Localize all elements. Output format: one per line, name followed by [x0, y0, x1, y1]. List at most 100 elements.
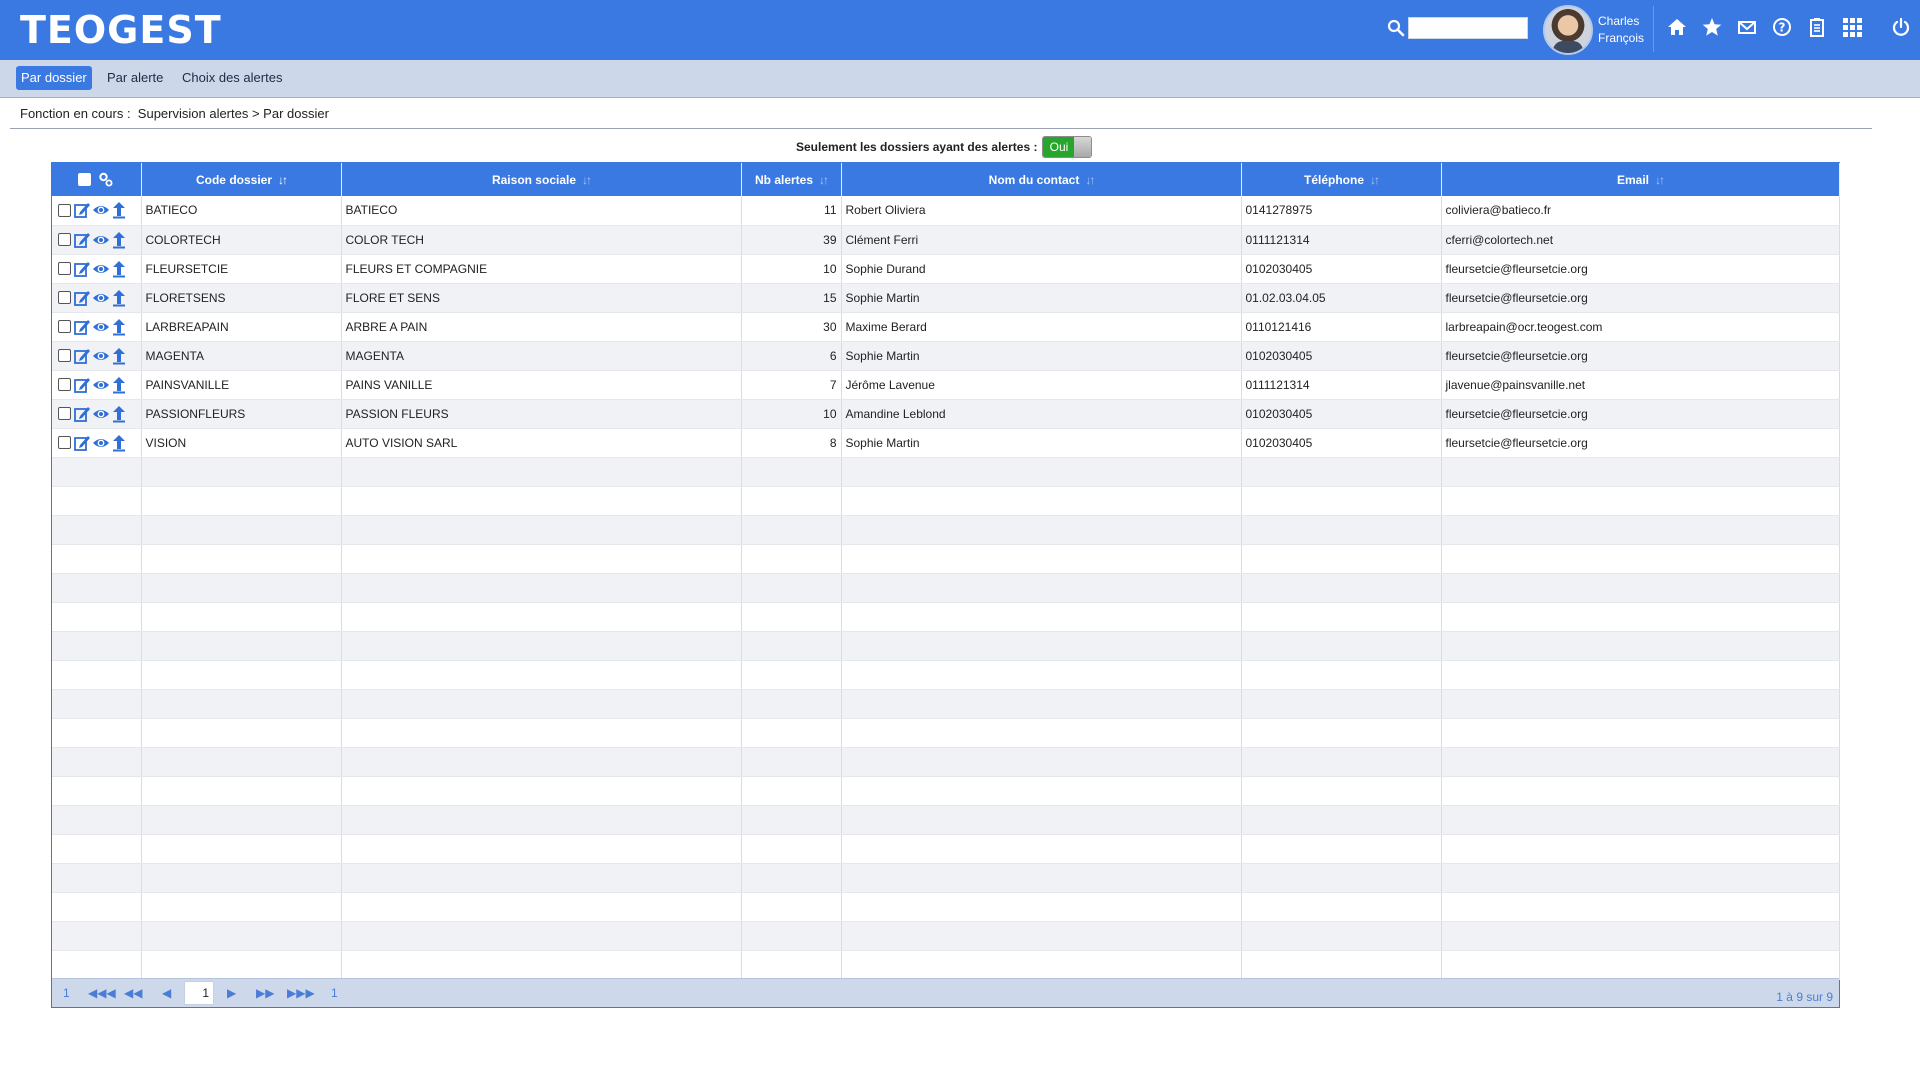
pager-last-page[interactable]: 1 — [331, 986, 338, 1000]
table-row[interactable] — [52, 950, 1840, 980]
home-icon[interactable] — [1666, 16, 1688, 38]
edit-icon[interactable] — [73, 318, 91, 336]
header-nom-du-contact[interactable]: Nom du contact ↓↑ — [841, 163, 1242, 196]
pager-prev-icon[interactable]: ◀ — [162, 986, 171, 1000]
table-row[interactable] — [52, 457, 1840, 487]
pager-prev-block-icon[interactable]: ◀◀ — [124, 986, 142, 1000]
table-row[interactable]: PASSIONFLEURS PASSION FLEURS 10 Amandine Le… — [52, 399, 1840, 429]
view-eye-icon[interactable] — [92, 434, 110, 452]
view-eye-icon[interactable] — [92, 201, 110, 219]
pager-last-icon[interactable]: ▶▶▶ — [287, 986, 315, 1000]
upload-arrow-icon[interactable] — [111, 347, 127, 365]
pager-first-page[interactable]: 1 — [63, 986, 70, 1000]
row-checkbox[interactable] — [58, 320, 71, 333]
row-checkbox[interactable] — [58, 407, 71, 420]
search-icon[interactable] — [1386, 18, 1406, 38]
view-eye-icon[interactable] — [92, 318, 110, 336]
view-eye-icon[interactable] — [92, 347, 110, 365]
table-row[interactable]: FLORETSENS FLORE ET SENS 15 Sophie Martin 01… — [52, 283, 1840, 313]
header-code-dossier[interactable]: Code dossier ↓↑ — [141, 163, 342, 196]
table-row[interactable] — [52, 805, 1840, 835]
sort-icon[interactable]: ↓↑ — [278, 173, 288, 187]
help-icon[interactable]: ? — [1771, 16, 1793, 38]
row-checkbox[interactable] — [58, 203, 71, 217]
app-logo[interactable]: TEOGEST — [20, 8, 222, 52]
row-checkbox[interactable] — [58, 378, 71, 391]
apps-grid-icon[interactable] — [1841, 16, 1863, 38]
row-checkbox[interactable] — [58, 262, 71, 275]
table-row[interactable] — [52, 602, 1840, 632]
table-row[interactable] — [52, 486, 1840, 516]
table-row[interactable] — [52, 544, 1840, 574]
table-row[interactable] — [52, 892, 1840, 922]
pager-next-icon[interactable]: ▶ — [227, 986, 236, 1000]
toggle-knob[interactable] — [1074, 137, 1092, 157]
header-telephone[interactable]: Téléphone ↓↑ — [1241, 163, 1442, 196]
edit-icon[interactable] — [73, 289, 91, 307]
pager-current-page[interactable]: 1 — [184, 981, 214, 1005]
select-all-checkbox[interactable] — [78, 172, 92, 186]
user-name[interactable]: Charles François — [1598, 13, 1644, 47]
table-row[interactable]: BATIECO BATIECO 11 Robert Oliviera 014127897… — [52, 196, 1840, 226]
table-row[interactable] — [52, 921, 1840, 951]
table-row[interactable] — [52, 689, 1840, 719]
edit-icon[interactable] — [73, 260, 91, 278]
star-icon[interactable] — [1701, 16, 1723, 38]
pager-first-icon[interactable]: ◀◀◀ — [88, 986, 116, 1000]
row-checkbox[interactable] — [58, 233, 71, 246]
pager-next-block-icon[interactable]: ▶▶ — [256, 986, 274, 1000]
table-row[interactable] — [52, 747, 1840, 777]
table-row[interactable] — [52, 776, 1840, 806]
power-icon[interactable] — [1890, 16, 1912, 38]
edit-icon[interactable] — [73, 434, 91, 452]
upload-arrow-icon[interactable] — [111, 289, 127, 307]
header-raison-sociale[interactable]: Raison sociale ↓↑ — [341, 163, 742, 196]
table-row[interactable] — [52, 660, 1840, 690]
header-email[interactable]: Email ↓↑ — [1441, 163, 1840, 196]
table-row[interactable] — [52, 863, 1840, 893]
settings-gears-icon[interactable] — [98, 172, 114, 188]
table-row[interactable]: LARBREAPAIN ARBRE A PAIN 30 Maxime Berard 01… — [52, 312, 1840, 342]
sort-icon[interactable]: ↓↑ — [1655, 173, 1665, 187]
edit-icon[interactable] — [73, 231, 91, 249]
upload-arrow-icon[interactable] — [111, 201, 127, 219]
table-row[interactable]: VISION AUTO VISION SARL 8 Sophie Martin 0102… — [52, 428, 1840, 458]
table-row[interactable]: MAGENTA MAGENTA 6 Sophie Martin 0102030405 fl… — [52, 341, 1840, 371]
view-eye-icon[interactable] — [92, 376, 110, 394]
table-row[interactable]: PAINSVANILLE PAINS VANILLE 7 Jérôme Lavenue… — [52, 370, 1840, 400]
upload-arrow-icon[interactable] — [111, 231, 127, 249]
sort-icon[interactable]: ↓↑ — [1370, 173, 1380, 187]
table-row[interactable] — [52, 573, 1840, 603]
mail-icon[interactable] — [1736, 16, 1758, 38]
table-row[interactable]: COLORTECH COLOR TECH 39 Clément Ferri 011112… — [52, 225, 1840, 255]
view-eye-icon[interactable] — [92, 289, 110, 307]
header-nb-alertes[interactable]: Nb alertes ↓↑ — [741, 163, 842, 196]
row-checkbox[interactable] — [58, 291, 71, 304]
sort-icon[interactable]: ↓↑ — [582, 173, 592, 187]
upload-arrow-icon[interactable] — [111, 260, 127, 278]
upload-arrow-icon[interactable] — [111, 318, 127, 336]
row-checkbox[interactable] — [58, 436, 71, 449]
sort-icon[interactable]: ↓↑ — [1085, 173, 1095, 187]
tab-par-dossier[interactable]: Par dossier — [16, 66, 92, 90]
upload-arrow-icon[interactable] — [111, 405, 127, 423]
tab-choix-des-alertes[interactable]: Choix des alertes — [177, 66, 287, 90]
table-row[interactable] — [52, 718, 1840, 748]
sort-icon[interactable]: ↓↑ — [819, 173, 829, 187]
edit-icon[interactable] — [73, 201, 91, 219]
table-row[interactable] — [52, 515, 1840, 545]
upload-arrow-icon[interactable] — [111, 376, 127, 394]
table-row[interactable]: FLEURSETCIE FLEURS ET COMPAGNIE 10 Sophie D… — [52, 254, 1840, 284]
search-input[interactable] — [1408, 17, 1528, 39]
avatar[interactable] — [1543, 5, 1593, 55]
row-checkbox[interactable] — [58, 349, 71, 362]
edit-icon[interactable] — [73, 347, 91, 365]
tab-par-alerte[interactable]: Par alerte — [102, 66, 168, 90]
view-eye-icon[interactable] — [92, 231, 110, 249]
edit-icon[interactable] — [73, 405, 91, 423]
view-eye-icon[interactable] — [92, 260, 110, 278]
view-eye-icon[interactable] — [92, 405, 110, 423]
clipboard-icon[interactable] — [1806, 16, 1828, 38]
alerts-only-toggle[interactable]: Oui — [1042, 136, 1093, 158]
edit-icon[interactable] — [73, 376, 91, 394]
